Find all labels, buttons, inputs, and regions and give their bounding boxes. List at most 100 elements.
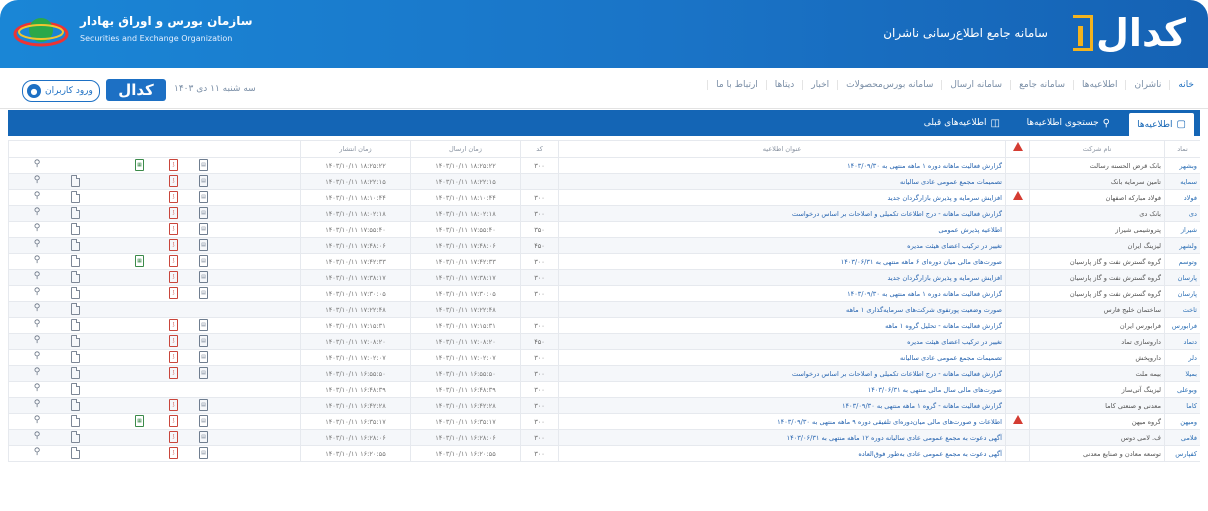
tab-search[interactable]: جستجوی اطلاعیه‌ها ⚲ bbox=[1027, 113, 1110, 133]
title-link[interactable]: گزارش فعالیت ماهانه - گروه ۱ ماهه منتهی … bbox=[558, 397, 1006, 414]
html-icon[interactable]: ▤ bbox=[199, 159, 208, 171]
pdf-icon[interactable]: ⟆ bbox=[169, 271, 178, 283]
company-cell[interactable]: پتروشیمی شیراز bbox=[1029, 221, 1165, 238]
table-row[interactable]: فرابورس فرابورس ایران گزارش فعالیت ماهانه … bbox=[8, 317, 1200, 334]
pdf-icon[interactable]: ⟆ bbox=[169, 351, 178, 363]
symbol-cell[interactable]: ثاخت bbox=[1164, 301, 1200, 318]
excel-icon[interactable]: ▦ bbox=[135, 159, 144, 171]
pdf-icon[interactable]: ⟆ bbox=[169, 319, 178, 331]
attachment-icon[interactable] bbox=[71, 255, 80, 267]
title-link[interactable]: تغییر در ترکیب اعضای هیئت مدیره bbox=[558, 237, 1006, 254]
nav-item[interactable]: سامانه ارسال bbox=[941, 80, 1010, 90]
nav-item[interactable]: ارتباط با ما bbox=[707, 80, 766, 90]
attachment-icon[interactable] bbox=[71, 383, 80, 395]
html-icon[interactable]: ▤ bbox=[199, 351, 208, 363]
html-icon[interactable]: ▤ bbox=[199, 255, 208, 267]
col-title[interactable]: عنوان اطلاعیه bbox=[558, 140, 1006, 158]
pdf-icon[interactable]: ⟆ bbox=[169, 239, 178, 251]
table-row[interactable]: فلامی ف. لامی دوس آگهی دعوت به مجمع عمومی … bbox=[8, 429, 1200, 446]
symbol-cell[interactable]: کاما bbox=[1164, 397, 1200, 414]
company-cell[interactable]: بانک دی bbox=[1029, 205, 1165, 222]
attachment-icon[interactable] bbox=[71, 191, 80, 203]
col-published[interactable]: زمان انتشار bbox=[300, 140, 411, 158]
title-link[interactable]: تصمیمات مجمع عمومی عادی سالیانه bbox=[558, 173, 1006, 190]
pdf-icon[interactable]: ⟆ bbox=[169, 175, 178, 187]
html-icon[interactable]: ▤ bbox=[199, 207, 208, 219]
pdf-icon[interactable]: ⟆ bbox=[169, 367, 178, 379]
pdf-icon[interactable]: ⟆ bbox=[169, 223, 178, 235]
table-row[interactable]: ومیهن گروه میهن اطلاعات و صورت‌های مالی می… bbox=[8, 413, 1200, 430]
view-icon[interactable]: ⚲ bbox=[31, 287, 43, 299]
html-icon[interactable]: ▤ bbox=[199, 319, 208, 331]
symbol-cell[interactable]: پارسان bbox=[1164, 269, 1200, 286]
attachment-icon[interactable] bbox=[71, 447, 80, 459]
title-link[interactable]: اطلاعات و صورت‌های مالی میان‌دوره‌ای تلف… bbox=[558, 413, 1006, 430]
company-cell[interactable]: معدنی و صنعتی کاما bbox=[1029, 397, 1165, 414]
tab-announcements[interactable]: اطلاعیه‌ها ▢ bbox=[1129, 113, 1194, 136]
nav-item[interactable]: سامانه بورس‌محصولات bbox=[837, 80, 941, 90]
symbol-cell[interactable]: سمایه bbox=[1164, 173, 1200, 190]
view-icon[interactable]: ⚲ bbox=[31, 383, 43, 395]
symbol-cell[interactable]: فرابورس bbox=[1164, 317, 1200, 334]
html-icon[interactable]: ▤ bbox=[199, 399, 208, 411]
attachment-icon[interactable] bbox=[71, 415, 80, 427]
attachment-icon[interactable] bbox=[71, 303, 80, 315]
view-icon[interactable]: ⚲ bbox=[31, 319, 43, 331]
pdf-icon[interactable]: ⟆ bbox=[169, 447, 178, 459]
table-row[interactable]: کاما معدنی و صنعتی کاما گزارش فعالیت ماهان… bbox=[8, 397, 1200, 414]
title-link[interactable]: تغییر در ترکیب اعضای هیئت مدیره bbox=[558, 333, 1006, 350]
view-icon[interactable]: ⚲ bbox=[31, 431, 43, 443]
title-link[interactable]: گزارش فعالیت ماهانه دوره ۱ ماهه منتهی به… bbox=[558, 157, 1006, 174]
company-cell[interactable]: گروه گسترش نفت و گاز پارسیان bbox=[1029, 253, 1165, 270]
html-icon[interactable]: ▤ bbox=[199, 175, 208, 187]
nav-item[interactable]: دیتاها bbox=[765, 80, 802, 90]
html-icon[interactable]: ▤ bbox=[199, 431, 208, 443]
table-row[interactable]: دی بانک دی گزارش فعالیت ماهانه - درج اطلاع… bbox=[8, 205, 1200, 222]
html-icon[interactable]: ▤ bbox=[199, 191, 208, 203]
attachment-icon[interactable] bbox=[71, 239, 80, 251]
view-icon[interactable]: ⚲ bbox=[31, 255, 43, 267]
nav-item[interactable]: اطلاعیه‌ها bbox=[1073, 80, 1125, 90]
attachment-icon[interactable] bbox=[71, 399, 80, 411]
company-cell[interactable]: بانک قرض الحسنه رسالت bbox=[1029, 157, 1165, 174]
table-row[interactable]: ولشهر لیزینگ ایران تغییر در ترکیب اعضای هی… bbox=[8, 237, 1200, 254]
symbol-cell[interactable]: بمیلا bbox=[1164, 365, 1200, 382]
html-icon[interactable]: ▤ bbox=[199, 223, 208, 235]
html-icon[interactable]: ▤ bbox=[199, 271, 208, 283]
table-row[interactable]: پارسان گروه گسترش نفت و گاز پارسیان افزایش… bbox=[8, 269, 1200, 286]
view-icon[interactable]: ⚲ bbox=[31, 271, 43, 283]
symbol-cell[interactable]: فولاد bbox=[1164, 189, 1200, 206]
symbol-cell[interactable]: ولشهر bbox=[1164, 237, 1200, 254]
attachment-icon[interactable] bbox=[71, 351, 80, 363]
col-symbol[interactable]: نماد bbox=[1164, 140, 1200, 158]
html-icon[interactable]: ▤ bbox=[199, 367, 208, 379]
pdf-icon[interactable]: ⟆ bbox=[169, 415, 178, 427]
symbol-cell[interactable]: شیراز bbox=[1164, 221, 1200, 238]
company-cell[interactable]: تامین سرمایه بانک bbox=[1029, 173, 1165, 190]
table-row[interactable]: وبوعلی لیزینگ آتی‌ساز صورت‌های مالی سال ما… bbox=[8, 381, 1200, 398]
company-cell[interactable]: ساختمان خلیج فارس bbox=[1029, 301, 1165, 318]
view-icon[interactable]: ⚲ bbox=[31, 239, 43, 251]
pdf-icon[interactable]: ⟆ bbox=[169, 399, 178, 411]
company-cell[interactable]: لیزینگ آتی‌ساز bbox=[1029, 381, 1165, 398]
title-link[interactable]: صورت‌های مالی سال مالی منتهی به ۱۴۰۳/۰۶/… bbox=[558, 381, 1006, 398]
pdf-icon[interactable]: ⟆ bbox=[169, 207, 178, 219]
excel-icon[interactable]: ▦ bbox=[135, 415, 144, 427]
attachment-icon[interactable] bbox=[71, 319, 80, 331]
view-icon[interactable]: ⚲ bbox=[31, 175, 43, 187]
company-cell[interactable]: فولاد مبارکه اصفهان bbox=[1029, 189, 1165, 206]
company-cell[interactable]: گروه میهن bbox=[1029, 413, 1165, 430]
table-row[interactable]: وتوسم گروه گسترش نفت و گاز پارسیان صورت‌ها… bbox=[8, 253, 1200, 270]
view-icon[interactable]: ⚲ bbox=[31, 191, 43, 203]
view-icon[interactable]: ⚲ bbox=[31, 207, 43, 219]
company-cell[interactable]: گروه گسترش نفت و گاز پارسیان bbox=[1029, 269, 1165, 286]
view-icon[interactable]: ⚲ bbox=[31, 159, 43, 171]
table-row[interactable]: فولاد فولاد مبارکه اصفهان افزایش سرمایه و … bbox=[8, 189, 1200, 206]
attachment-icon[interactable] bbox=[71, 367, 80, 379]
company-cell[interactable]: داروسازی تماد bbox=[1029, 333, 1165, 350]
symbol-cell[interactable]: دی bbox=[1164, 205, 1200, 222]
col-company[interactable]: نام شرکت bbox=[1029, 140, 1165, 158]
company-cell[interactable]: ف. لامی دوس bbox=[1029, 429, 1165, 446]
table-row[interactable]: کفپارس توسعه معادن و صنایع معدنی آگهی دعوت… bbox=[8, 445, 1200, 462]
symbol-cell[interactable]: فلامی bbox=[1164, 429, 1200, 446]
